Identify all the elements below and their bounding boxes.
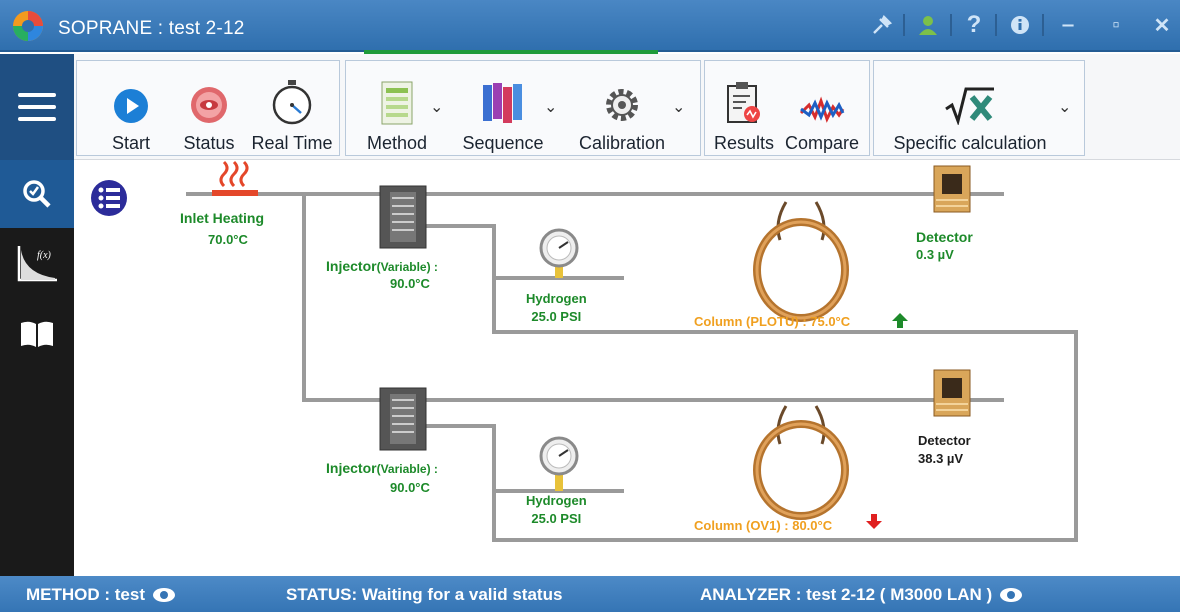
compare-button[interactable]: Compare <box>779 61 865 157</box>
status-label: Status <box>183 133 235 153</box>
soprane-window: SOPRANE : test 2-12 ? ‒ ▫ ✕ Start Status… <box>0 0 1180 612</box>
column-coil-2-icon <box>753 405 849 520</box>
pin-icon[interactable] <box>866 10 898 40</box>
compare-signal-icon <box>799 75 845 125</box>
run-group: Start Status Real Time <box>76 60 340 156</box>
results-clipboard-icon <box>726 75 762 125</box>
sequence-icon <box>481 75 525 125</box>
calibration-chevron-down-icon[interactable]: ⌄ <box>672 97 685 117</box>
window-title: SOPRANE : test 2-12 <box>58 18 245 39</box>
detector-2-readout: Detector 38.3 µV <box>918 433 971 466</box>
hydrogen-2-label: Hydrogen 25.0 PSI <box>526 493 587 526</box>
sqrt-x-icon <box>944 75 996 125</box>
left-sidebar: f(x) <box>0 160 74 576</box>
injector-1-value: 90.0°C <box>390 276 430 291</box>
status-button[interactable]: Status <box>177 61 241 157</box>
injector-2-label: Injector(Variable) : <box>326 460 438 476</box>
user-icon[interactable] <box>912 10 944 40</box>
instrument-status-text: STATUS: Waiting for a valid status <box>286 585 563 604</box>
calibration-button[interactable]: Calibration <box>570 61 674 157</box>
titlebar-divider <box>950 14 952 36</box>
pressure-gauge-2-icon <box>539 436 579 491</box>
column-2-label: Column (OV1) : 80.0°C <box>694 518 833 533</box>
minimize-icon[interactable]: ‒ <box>1052 10 1084 40</box>
results-group: Results Compare <box>704 60 870 156</box>
sidebar-item-documentation[interactable] <box>0 300 74 368</box>
analysis-search-icon <box>23 180 51 208</box>
start-button[interactable]: Start <box>101 61 161 157</box>
titlebar-divider <box>1042 14 1044 36</box>
analyzer-status: ANALYZER : test 2-12 ( M3000 LAN ) <box>700 585 1023 605</box>
function-label: f(x) <box>37 250 52 261</box>
status-eye-icon <box>189 75 229 125</box>
calibration-label: Calibration <box>578 133 666 153</box>
specific-calculation-button[interactable]: Specific calculation <box>882 61 1058 157</box>
method-label: Method <box>366 133 428 153</box>
method-button[interactable]: Method <box>356 61 438 157</box>
specific-calculation-label: Specific calculation <box>893 133 1047 153</box>
real-time-label: Real Time <box>251 133 333 153</box>
function-chart-icon: f(x) <box>17 246 57 282</box>
injector-1-icon <box>379 185 427 249</box>
results-button[interactable]: Results <box>709 61 779 157</box>
app-logo-icon <box>13 11 43 41</box>
hamburger-icon <box>18 93 56 121</box>
sequence-chevron-down-icon[interactable]: ⌄ <box>544 97 557 117</box>
hydrogen-1-label: Hydrogen 25.0 PSI <box>526 291 587 324</box>
method-status-text: METHOD : test <box>26 585 145 604</box>
method-chevron-down-icon[interactable]: ⌄ <box>430 97 443 117</box>
trend-down-icon <box>866 514 882 529</box>
trend-up-icon <box>892 313 908 328</box>
injector-1-label: Injector(Variable) : <box>326 258 438 274</box>
info-icon[interactable] <box>1004 10 1036 40</box>
close-icon[interactable]: ✕ <box>1146 10 1178 40</box>
instrument-status: STATUS: Waiting for a valid status <box>286 585 562 605</box>
method-group: Method ⌄ Sequence ⌄ Calibration ⌄ <box>345 60 701 156</box>
calibration-gear-icon <box>602 75 642 125</box>
sequence-button[interactable]: Sequence <box>456 61 550 157</box>
sequence-label: Sequence <box>462 133 544 153</box>
status-bar: METHOD : test STATUS: Waiting for a vali… <box>0 576 1180 612</box>
list-view-icon[interactable] <box>91 180 127 216</box>
instrument-diagram-panel: Inlet Heating 70.0°C Injector(Variable) … <box>74 160 1180 576</box>
titlebar-divider <box>995 14 997 36</box>
inlet-heater-icon <box>212 160 258 196</box>
method-sheet-icon <box>381 75 413 125</box>
help-icon[interactable]: ? <box>958 10 990 40</box>
method-view-eye-icon[interactable] <box>153 588 175 602</box>
inlet-heating-value: 70.0°C <box>208 232 248 247</box>
results-label: Results <box>713 133 775 153</box>
compare-label: Compare <box>784 133 860 153</box>
method-status: METHOD : test <box>26 585 175 605</box>
hamburger-menu-button[interactable] <box>0 54 74 160</box>
detector-1-readout: Detector 0.3 µV <box>916 229 973 262</box>
calc-chevron-down-icon[interactable]: ⌄ <box>1058 97 1071 117</box>
sidebar-item-analysis[interactable] <box>0 160 74 228</box>
injector-2-icon <box>379 387 427 451</box>
maximize-icon[interactable]: ▫ <box>1100 10 1132 40</box>
inlet-heating-label: Inlet Heating <box>180 210 265 226</box>
analyzer-view-eye-icon[interactable] <box>1000 588 1023 602</box>
book-icon <box>21 321 53 347</box>
analyzer-status-text: ANALYZER : test 2-12 ( M3000 LAN ) <box>700 585 993 604</box>
pressure-gauge-1-icon <box>539 228 579 278</box>
real-time-button[interactable]: Real Time <box>247 61 337 157</box>
column-1-label: Column (PLOTU) : 75.0°C <box>694 314 851 329</box>
column-coil-1-icon <box>753 201 849 322</box>
titlebar-divider <box>903 14 905 36</box>
title-bar: SOPRANE : test 2-12 ? ‒ ▫ ✕ <box>0 0 1180 52</box>
stopwatch-icon <box>270 75 314 125</box>
injector-2-value: 90.0°C <box>390 480 430 495</box>
calc-group: Specific calculation ⌄ <box>873 60 1085 156</box>
detector-1-icon <box>933 165 971 213</box>
detector-2-icon <box>933 369 971 417</box>
play-icon <box>112 75 150 125</box>
sidebar-item-functions[interactable]: f(x) <box>0 230 74 298</box>
start-label: Start <box>111 133 150 153</box>
